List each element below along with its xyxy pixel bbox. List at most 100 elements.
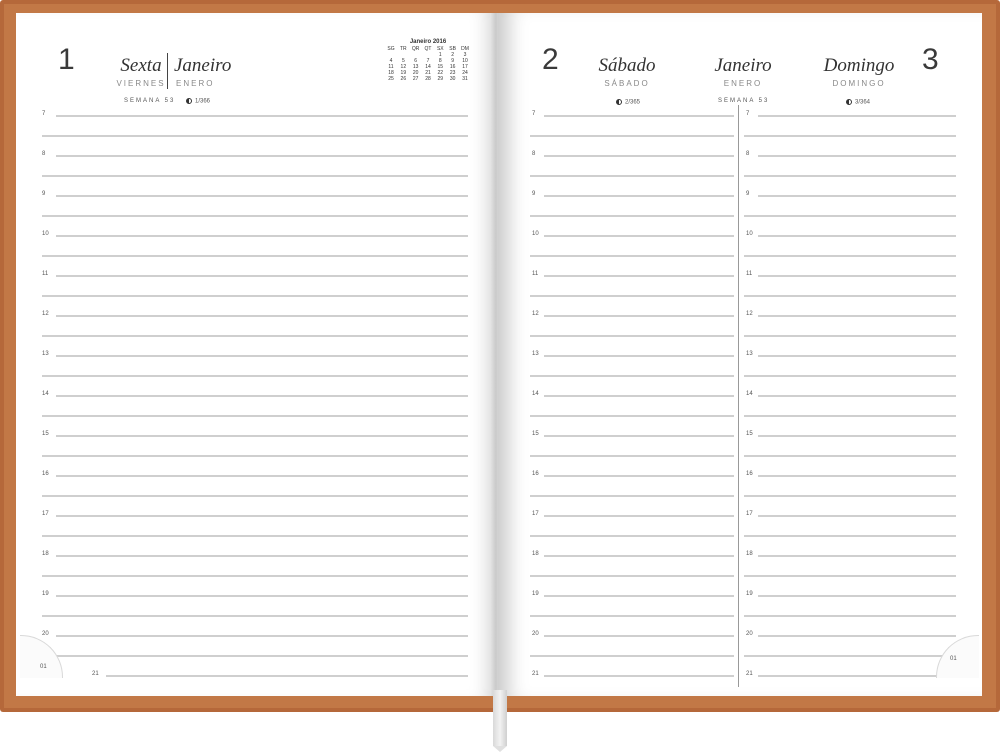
half-hour-rule[interactable]: [744, 655, 956, 657]
half-hour-rule[interactable]: [42, 575, 468, 577]
half-hour-rule[interactable]: [744, 615, 956, 617]
hour-rule[interactable]: [758, 195, 956, 197]
half-hour-rule[interactable]: [530, 295, 734, 297]
half-hour-rule[interactable]: [530, 335, 734, 337]
hour-rule[interactable]: [56, 515, 468, 517]
hour-rule[interactable]: [56, 395, 468, 397]
half-hour-rule[interactable]: [42, 655, 468, 657]
hour-rule[interactable]: [56, 435, 468, 437]
hour-label: 11: [532, 271, 539, 277]
half-hour-rule[interactable]: [42, 535, 468, 537]
half-hour-rule[interactable]: [42, 135, 468, 137]
hour-label: 14: [746, 391, 753, 397]
half-hour-rule[interactable]: [744, 575, 956, 577]
hour-rule[interactable]: [56, 635, 468, 637]
cal-cell: 28: [425, 76, 431, 82]
hour-rule[interactable]: [56, 595, 468, 597]
hour-rule[interactable]: [544, 355, 734, 357]
half-hour-rule[interactable]: [530, 415, 734, 417]
half-hour-rule[interactable]: [42, 495, 468, 497]
half-hour-rule[interactable]: [744, 295, 956, 297]
hour-rule[interactable]: [544, 195, 734, 197]
half-hour-rule[interactable]: [42, 175, 468, 177]
hour-rule[interactable]: [56, 315, 468, 317]
hour-rule[interactable]: [544, 235, 734, 237]
half-hour-rule[interactable]: [744, 415, 956, 417]
hour-rule[interactable]: [544, 515, 734, 517]
header-divider: [167, 53, 168, 89]
half-hour-rule[interactable]: [42, 335, 468, 337]
hour-rule[interactable]: [544, 475, 734, 477]
half-hour-rule[interactable]: [744, 375, 956, 377]
hour-rule[interactable]: [544, 555, 734, 557]
hour-rule[interactable]: [758, 355, 956, 357]
hour-rule[interactable]: [758, 515, 956, 517]
hour-rule[interactable]: [544, 635, 734, 637]
half-hour-rule[interactable]: [744, 455, 956, 457]
hour-rule[interactable]: [56, 115, 468, 117]
half-hour-rule[interactable]: [42, 415, 468, 417]
cal-cell: 31: [462, 76, 468, 82]
half-hour-rule[interactable]: [744, 135, 956, 137]
day-number: 1: [58, 43, 75, 76]
half-hour-rule[interactable]: [42, 215, 468, 217]
hour-rule[interactable]: [758, 435, 956, 437]
hour-rule[interactable]: [758, 275, 956, 277]
half-hour-rule[interactable]: [744, 495, 956, 497]
hour-rule[interactable]: [758, 315, 956, 317]
hour-rule[interactable]: [56, 275, 468, 277]
half-hour-rule[interactable]: [42, 615, 468, 617]
half-hour-rule[interactable]: [530, 655, 734, 657]
half-hour-rule[interactable]: [530, 495, 734, 497]
half-hour-rule[interactable]: [42, 375, 468, 377]
hour-rule[interactable]: [758, 675, 956, 677]
half-hour-rule[interactable]: [744, 215, 956, 217]
hour-rule[interactable]: [56, 475, 468, 477]
half-hour-rule[interactable]: [744, 335, 956, 337]
hour-rule[interactable]: [56, 235, 468, 237]
hour-label: 20: [746, 631, 753, 637]
hour-label: 12: [746, 311, 753, 317]
hour-rule[interactable]: [544, 595, 734, 597]
half-hour-rule[interactable]: [530, 175, 734, 177]
cal-cell: 29: [437, 76, 444, 82]
hour-rule[interactable]: [758, 235, 956, 237]
hour-rule[interactable]: [56, 355, 468, 357]
half-hour-rule[interactable]: [530, 255, 734, 257]
hour-rule[interactable]: [56, 555, 468, 557]
half-hour-rule[interactable]: [530, 135, 734, 137]
hour-rule[interactable]: [544, 435, 734, 437]
half-hour-rule[interactable]: [42, 255, 468, 257]
hour-rule[interactable]: [56, 195, 468, 197]
day-of-year: 1/366: [195, 98, 211, 105]
half-hour-rule[interactable]: [744, 255, 956, 257]
hour-rule[interactable]: [56, 155, 468, 157]
half-hour-rule[interactable]: [530, 215, 734, 217]
half-hour-rule[interactable]: [42, 295, 468, 297]
half-hour-rule[interactable]: [530, 535, 734, 537]
corner-label-left: 01: [40, 664, 47, 670]
half-hour-rule[interactable]: [530, 375, 734, 377]
half-hour-rule[interactable]: [42, 455, 468, 457]
hour-rule[interactable]: [758, 115, 956, 117]
hour-label: 9: [532, 191, 536, 197]
half-hour-rule[interactable]: [530, 575, 734, 577]
hour-rule[interactable]: [544, 115, 734, 117]
hour-rule[interactable]: [544, 675, 734, 677]
half-hour-rule[interactable]: [530, 455, 734, 457]
hour-rule[interactable]: [758, 635, 956, 637]
hour-rule[interactable]: [758, 595, 956, 597]
hour-rule[interactable]: [758, 155, 956, 157]
hour-rule[interactable]: [544, 275, 734, 277]
half-hour-rule[interactable]: [744, 175, 956, 177]
hour-rule[interactable]: [544, 155, 734, 157]
hour-rule[interactable]: [544, 315, 734, 317]
right-page: 2 Sábado SÁBADO 2/365 Janeiro ENERO SEMA…: [498, 13, 982, 696]
hour-rule[interactable]: [544, 395, 734, 397]
hour-rule[interactable]: [758, 475, 956, 477]
half-hour-rule[interactable]: [530, 615, 734, 617]
hour-rule[interactable]: [758, 555, 956, 557]
half-hour-rule[interactable]: [744, 535, 956, 537]
hour-rule[interactable]: [758, 395, 956, 397]
hour-rule[interactable]: [106, 675, 468, 677]
